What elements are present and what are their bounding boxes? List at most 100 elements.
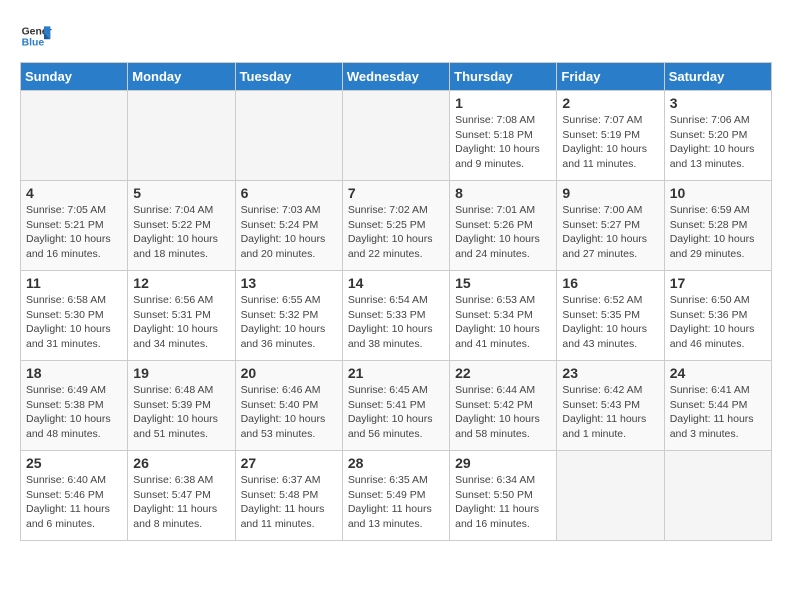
calendar-cell: 7 Sunrise: 7:02 AM Sunset: 5:25 PM Daylig… <box>342 181 449 271</box>
calendar-week-5: 25 Sunrise: 6:40 AM Sunset: 5:46 PM Dayli… <box>21 451 772 541</box>
header: General Blue <box>20 20 772 52</box>
calendar-week-4: 18 Sunrise: 6:49 AM Sunset: 5:38 PM Dayli… <box>21 361 772 451</box>
day-info: Sunrise: 7:04 AM Sunset: 5:22 PM Dayligh… <box>133 203 229 262</box>
day-info: Sunrise: 6:52 AM Sunset: 5:35 PM Dayligh… <box>562 293 658 352</box>
calendar-cell: 4 Sunrise: 7:05 AM Sunset: 5:21 PM Daylig… <box>21 181 128 271</box>
day-number: 1 <box>455 95 551 111</box>
weekday-header-saturday: Saturday <box>664 63 771 91</box>
calendar-cell: 25 Sunrise: 6:40 AM Sunset: 5:46 PM Dayli… <box>21 451 128 541</box>
day-info: Sunrise: 6:53 AM Sunset: 5:34 PM Dayligh… <box>455 293 551 352</box>
calendar-cell: 22 Sunrise: 6:44 AM Sunset: 5:42 PM Dayli… <box>450 361 557 451</box>
day-info: Sunrise: 7:03 AM Sunset: 5:24 PM Dayligh… <box>241 203 337 262</box>
logo: General Blue <box>20 20 56 52</box>
day-number: 15 <box>455 275 551 291</box>
day-number: 14 <box>348 275 444 291</box>
calendar-cell: 23Sunrise: 6:42 AM Sunset: 5:43 PM Dayli… <box>557 361 664 451</box>
day-number: 13 <box>241 275 337 291</box>
day-info: Sunrise: 6:35 AM Sunset: 5:49 PM Dayligh… <box>348 473 444 532</box>
calendar-cell: 12 Sunrise: 6:56 AM Sunset: 5:31 PM Dayli… <box>128 271 235 361</box>
day-number: 17 <box>670 275 766 291</box>
calendar-cell: 15 Sunrise: 6:53 AM Sunset: 5:34 PM Dayli… <box>450 271 557 361</box>
calendar-cell <box>664 451 771 541</box>
day-info: Sunrise: 6:49 AM Sunset: 5:38 PM Dayligh… <box>26 383 122 442</box>
weekday-row: SundayMondayTuesdayWednesdayThursdayFrid… <box>21 63 772 91</box>
day-info: Sunrise: 6:46 AM Sunset: 5:40 PM Dayligh… <box>241 383 337 442</box>
day-info: Sunrise: 7:02 AM Sunset: 5:25 PM Dayligh… <box>348 203 444 262</box>
day-info: Sunrise: 6:40 AM Sunset: 5:46 PM Dayligh… <box>26 473 122 532</box>
day-number: 24 <box>670 365 766 381</box>
day-info: Sunrise: 7:07 AM Sunset: 5:19 PM Dayligh… <box>562 113 658 172</box>
calendar-cell: 11 Sunrise: 6:58 AM Sunset: 5:30 PM Dayli… <box>21 271 128 361</box>
calendar-cell: 9Sunrise: 7:00 AM Sunset: 5:27 PM Daylig… <box>557 181 664 271</box>
calendar-cell <box>342 91 449 181</box>
day-number: 21 <box>348 365 444 381</box>
weekday-header-tuesday: Tuesday <box>235 63 342 91</box>
day-number: 28 <box>348 455 444 471</box>
weekday-header-friday: Friday <box>557 63 664 91</box>
day-number: 26 <box>133 455 229 471</box>
day-number: 19 <box>133 365 229 381</box>
calendar-cell: 13 Sunrise: 6:55 AM Sunset: 5:32 PM Dayli… <box>235 271 342 361</box>
calendar-header: SundayMondayTuesdayWednesdayThursdayFrid… <box>21 63 772 91</box>
day-info: Sunrise: 6:56 AM Sunset: 5:31 PM Dayligh… <box>133 293 229 352</box>
day-number: 3 <box>670 95 766 111</box>
day-info: Sunrise: 6:48 AM Sunset: 5:39 PM Dayligh… <box>133 383 229 442</box>
day-info: Sunrise: 6:50 AM Sunset: 5:36 PM Dayligh… <box>670 293 766 352</box>
day-info: Sunrise: 6:58 AM Sunset: 5:30 PM Dayligh… <box>26 293 122 352</box>
calendar-week-2: 4 Sunrise: 7:05 AM Sunset: 5:21 PM Daylig… <box>21 181 772 271</box>
day-number: 16 <box>562 275 658 291</box>
calendar-cell: 6 Sunrise: 7:03 AM Sunset: 5:24 PM Daylig… <box>235 181 342 271</box>
svg-text:Blue: Blue <box>22 38 45 49</box>
calendar-cell <box>235 91 342 181</box>
logo-icon: General Blue <box>20 20 52 52</box>
calendar-cell: 2 Sunrise: 7:07 AM Sunset: 5:19 PM Daylig… <box>557 91 664 181</box>
day-info: Sunrise: 6:45 AM Sunset: 5:41 PM Dayligh… <box>348 383 444 442</box>
calendar-cell: 1 Sunrise: 7:08 AM Sunset: 5:18 PM Daylig… <box>450 91 557 181</box>
day-number: 22 <box>455 365 551 381</box>
day-info: Sunrise: 6:59 AM Sunset: 5:28 PM Dayligh… <box>670 203 766 262</box>
day-info: Sunrise: 6:42 AM Sunset: 5:43 PM Dayligh… <box>562 383 658 442</box>
calendar-body: 1 Sunrise: 7:08 AM Sunset: 5:18 PM Daylig… <box>21 91 772 541</box>
day-info: Sunrise: 6:41 AM Sunset: 5:44 PM Dayligh… <box>670 383 766 442</box>
day-number: 2 <box>562 95 658 111</box>
calendar-cell: 8Sunrise: 7:01 AM Sunset: 5:26 PM Daylig… <box>450 181 557 271</box>
calendar-cell: 18 Sunrise: 6:49 AM Sunset: 5:38 PM Dayli… <box>21 361 128 451</box>
day-number: 5 <box>133 185 229 201</box>
calendar-week-3: 11 Sunrise: 6:58 AM Sunset: 5:30 PM Dayli… <box>21 271 772 361</box>
calendar-cell: 21 Sunrise: 6:45 AM Sunset: 5:41 PM Dayli… <box>342 361 449 451</box>
day-number: 4 <box>26 185 122 201</box>
calendar-cell: 3 Sunrise: 7:06 AM Sunset: 5:20 PM Daylig… <box>664 91 771 181</box>
day-number: 20 <box>241 365 337 381</box>
day-info: Sunrise: 6:34 AM Sunset: 5:50 PM Dayligh… <box>455 473 551 532</box>
day-info: Sunrise: 6:55 AM Sunset: 5:32 PM Dayligh… <box>241 293 337 352</box>
day-info: Sunrise: 7:08 AM Sunset: 5:18 PM Dayligh… <box>455 113 551 172</box>
day-number: 18 <box>26 365 122 381</box>
day-number: 12 <box>133 275 229 291</box>
calendar-cell: 20 Sunrise: 6:46 AM Sunset: 5:40 PM Dayli… <box>235 361 342 451</box>
calendar-cell: 24 Sunrise: 6:41 AM Sunset: 5:44 PM Dayli… <box>664 361 771 451</box>
day-number: 7 <box>348 185 444 201</box>
day-info: Sunrise: 6:44 AM Sunset: 5:42 PM Dayligh… <box>455 383 551 442</box>
day-info: Sunrise: 7:06 AM Sunset: 5:20 PM Dayligh… <box>670 113 766 172</box>
day-info: Sunrise: 6:37 AM Sunset: 5:48 PM Dayligh… <box>241 473 337 532</box>
calendar-cell: 5 Sunrise: 7:04 AM Sunset: 5:22 PM Daylig… <box>128 181 235 271</box>
day-number: 6 <box>241 185 337 201</box>
day-info: Sunrise: 7:01 AM Sunset: 5:26 PM Dayligh… <box>455 203 551 262</box>
day-number: 25 <box>26 455 122 471</box>
calendar-cell: 26 Sunrise: 6:38 AM Sunset: 5:47 PM Dayli… <box>128 451 235 541</box>
weekday-header-sunday: Sunday <box>21 63 128 91</box>
calendar-cell: 14Sunrise: 6:54 AM Sunset: 5:33 PM Dayli… <box>342 271 449 361</box>
calendar-cell <box>128 91 235 181</box>
calendar-cell: 28 Sunrise: 6:35 AM Sunset: 5:49 PM Dayli… <box>342 451 449 541</box>
calendar-cell: 19 Sunrise: 6:48 AM Sunset: 5:39 PM Dayli… <box>128 361 235 451</box>
day-number: 11 <box>26 275 122 291</box>
calendar-week-1: 1 Sunrise: 7:08 AM Sunset: 5:18 PM Daylig… <box>21 91 772 181</box>
day-number: 10 <box>670 185 766 201</box>
calendar-table: SundayMondayTuesdayWednesdayThursdayFrid… <box>20 62 772 541</box>
day-number: 9 <box>562 185 658 201</box>
weekday-header-wednesday: Wednesday <box>342 63 449 91</box>
day-info: Sunrise: 6:38 AM Sunset: 5:47 PM Dayligh… <box>133 473 229 532</box>
calendar-cell <box>21 91 128 181</box>
day-info: Sunrise: 7:05 AM Sunset: 5:21 PM Dayligh… <box>26 203 122 262</box>
calendar-cell: 16 Sunrise: 6:52 AM Sunset: 5:35 PM Dayli… <box>557 271 664 361</box>
